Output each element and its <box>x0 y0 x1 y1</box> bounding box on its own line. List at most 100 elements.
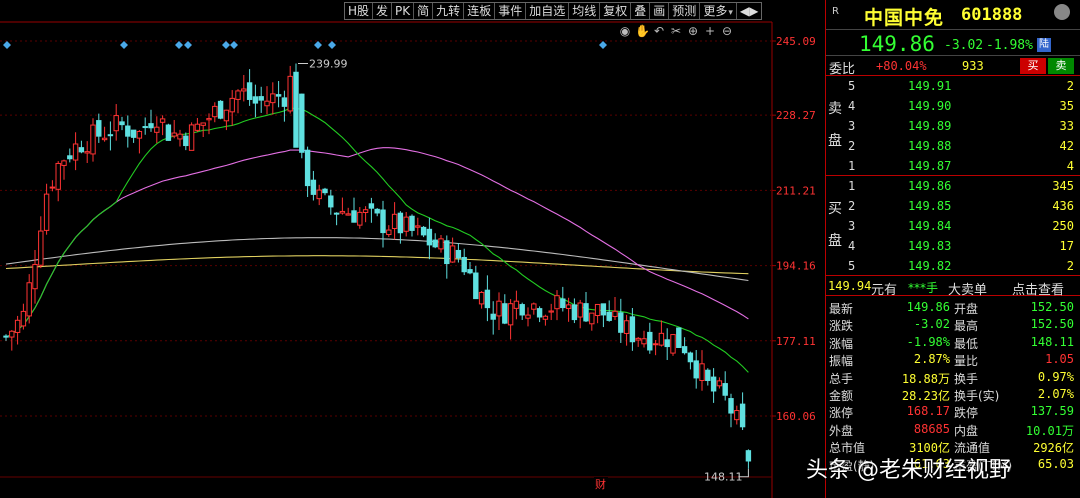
buy-button[interactable]: 买 <box>1020 58 1046 74</box>
candle-body <box>635 337 641 341</box>
event-marker-icon <box>599 41 607 49</box>
bids-volume: 17 <box>1059 239 1074 253</box>
candle-body <box>49 186 56 189</box>
check-link[interactable]: 点击查看 <box>1012 279 1064 298</box>
bids-row[interactable]: 2 149.85 436 <box>846 196 1078 216</box>
toolbar-item-1[interactable]: 发 <box>373 3 393 19</box>
candle-body <box>658 332 665 346</box>
toolbar-item-3[interactable]: 简 <box>414 3 434 19</box>
ma120-line <box>5 237 749 282</box>
asks-row[interactable]: 3 149.89 33 <box>846 116 1078 136</box>
asks-row[interactable]: 1 149.87 4 <box>846 156 1078 176</box>
asks-row[interactable]: 4 149.90 35 <box>846 96 1078 116</box>
bids-price: 149.83 <box>908 239 952 253</box>
candle-body <box>287 75 293 112</box>
toolbar-item-0[interactable]: H股 <box>345 3 374 19</box>
bids-row[interactable]: 4 149.83 17 <box>846 236 1078 256</box>
stat-value: 2.07% <box>1037 387 1074 401</box>
asks-row[interactable]: 2 149.88 42 <box>846 136 1078 156</box>
hand-icon[interactable]: ✋ <box>635 24 650 38</box>
candle-body <box>629 316 636 343</box>
candle-body <box>531 303 537 310</box>
order-ratio-label: 委比 <box>829 62 856 77</box>
candle-body <box>78 147 85 153</box>
stats-row: 涨停 168.17 跌停 137.59 <box>826 403 1078 420</box>
watermark-text: 头条 @老朱财经视野 <box>806 458 1011 483</box>
candle-body <box>264 100 270 107</box>
candle-body <box>9 330 15 338</box>
asks-level: 2 <box>848 139 856 153</box>
bid-label-1: 买 <box>828 201 842 217</box>
candle-body <box>119 121 125 126</box>
candle-body <box>571 304 578 321</box>
plus-icon[interactable]: + <box>703 24 717 38</box>
candle-body <box>322 188 328 194</box>
asks-level: 4 <box>848 99 856 113</box>
order-ratio-diff: 933 <box>962 59 984 73</box>
stat-key: 金额 <box>829 389 854 403</box>
stat-value: 137.59 <box>1030 404 1074 419</box>
toolbar-item-8[interactable]: 均线 <box>569 3 601 19</box>
candle-body <box>594 303 601 317</box>
candle-body <box>409 215 415 231</box>
chart-tool-icons: ◉ ✋ ↶ ✂ ⊕ + ⊖ <box>618 24 734 38</box>
toolbar-item-2[interactable]: PK <box>392 3 415 19</box>
candle-body <box>130 129 137 138</box>
asks-volume: 33 <box>1059 119 1074 133</box>
bids-row[interactable]: 5 149.82 2 <box>846 256 1078 276</box>
stat-value: 152.50 <box>1030 317 1074 332</box>
bids-price: 149.84 <box>908 219 952 233</box>
bids-row[interactable]: 3 149.84 250 <box>846 216 1078 236</box>
big-order-row: 149.94 元有 ***手 大卖单 点击查看 <box>826 276 1080 298</box>
event-marker-label: 财 <box>595 477 606 491</box>
candle-body <box>432 239 438 248</box>
sell-button[interactable]: 卖 <box>1048 58 1074 74</box>
candle-body <box>101 137 108 141</box>
stock-code: 601888 <box>961 5 1023 25</box>
toolbar-item-9[interactable]: 复权 <box>600 3 632 19</box>
candle-body <box>148 123 154 129</box>
kline-chart-area[interactable]: 245.09 228.27 211.21 194.16 177.11 160.06 239.… <box>0 0 824 498</box>
undo-icon[interactable]: ↶ <box>652 24 666 38</box>
eye-icon[interactable]: ◉ <box>618 24 632 38</box>
candle-body <box>739 403 746 428</box>
bids-level: 1 <box>848 179 856 193</box>
quote-panel: R 中国中免 601888 149.86 -3.02 -1.98% 陆 委比 +… <box>825 0 1080 498</box>
toolbar-item-10[interactable]: 叠 <box>631 3 651 19</box>
candle-body <box>403 216 409 232</box>
circle-minus-icon[interactable]: ⊖ <box>720 24 734 38</box>
candle-body <box>84 151 90 154</box>
toolbar-item-5[interactable]: 连板 <box>464 3 496 19</box>
scissors-icon[interactable]: ✂ <box>669 24 683 38</box>
candle-body <box>652 343 659 346</box>
candle-body <box>136 130 143 139</box>
candle-body <box>676 327 682 348</box>
candle-body <box>43 193 50 231</box>
toolbar-item-11[interactable]: 画 <box>650 3 670 19</box>
candle-body <box>397 212 404 234</box>
high-label: 239.99 <box>309 57 348 70</box>
candle-body <box>32 263 38 290</box>
bids-row[interactable]: 1 149.86 345 <box>846 176 1078 196</box>
stat-value: 28.23亿 <box>901 389 950 403</box>
order-ratio-pct: +80.04% <box>876 59 927 73</box>
bids-price: 149.85 <box>908 199 952 213</box>
candle-body <box>38 230 44 266</box>
toolbar-item-7[interactable]: 加自选 <box>526 3 570 19</box>
settings-icon[interactable] <box>1054 4 1070 20</box>
asks-row[interactable]: 5 149.91 2 <box>846 76 1078 96</box>
circle-plus-icon[interactable]: ⊕ <box>686 24 700 38</box>
candle-body <box>241 88 247 92</box>
candle-body <box>589 312 595 325</box>
toolbar-item-13[interactable]: 更多 <box>700 3 737 19</box>
candle-body <box>165 124 172 141</box>
toolbar-item-14[interactable]: ◀▶ <box>737 3 761 19</box>
candle-body <box>693 360 699 379</box>
stat-value: 1.05 <box>1045 352 1074 367</box>
big-order-price: 149.94 <box>828 279 872 293</box>
toolbar-item-12[interactable]: 预测 <box>669 3 701 19</box>
candlestick-chart[interactable]: 245.09 228.27 211.21 194.16 177.11 160.06 239.… <box>0 0 824 498</box>
candle-body <box>26 282 32 317</box>
toolbar-item-6[interactable]: 事件 <box>495 3 527 19</box>
toolbar-item-4[interactable]: 九转 <box>433 3 465 19</box>
